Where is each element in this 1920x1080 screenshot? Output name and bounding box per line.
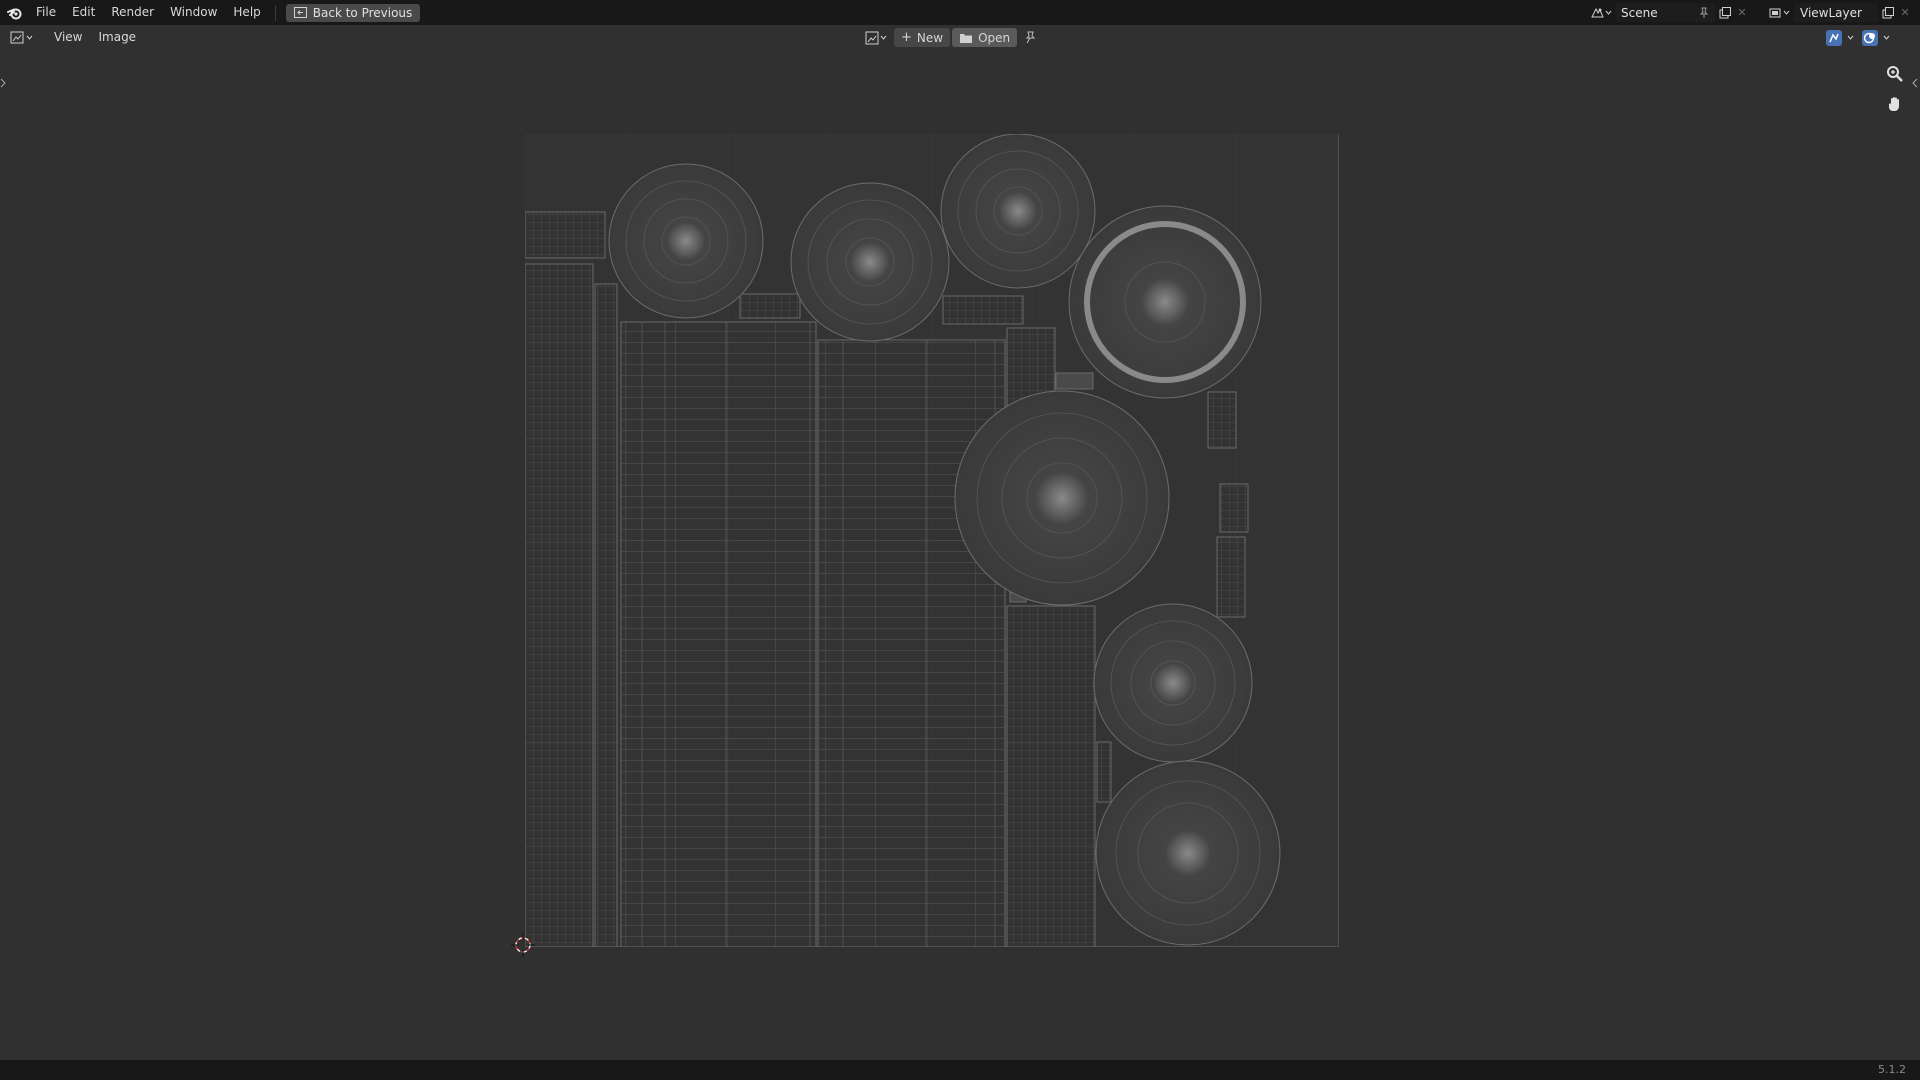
chevron-right-icon xyxy=(0,78,6,88)
new-image-button[interactable]: + New xyxy=(894,28,951,47)
uv-island-left-strips xyxy=(525,211,618,947)
delete-view-layer-button[interactable]: ✕ xyxy=(1898,3,1912,22)
editor-type-dropdown[interactable] xyxy=(6,28,40,47)
menu-file[interactable]: File xyxy=(28,0,64,25)
pin-image-button[interactable] xyxy=(1019,28,1041,47)
open-image-button[interactable]: Open xyxy=(952,28,1018,47)
overlays-icon xyxy=(1862,29,1890,46)
menu-separator xyxy=(274,4,276,21)
menu-help[interactable]: Help xyxy=(225,0,268,25)
menu-edit[interactable]: Edit xyxy=(64,0,103,25)
browse-image-dropdown[interactable] xyxy=(862,28,892,47)
menu-render[interactable]: Render xyxy=(103,0,162,25)
view-layer-name: ViewLayer xyxy=(1800,5,1862,20)
menu-view[interactable]: View xyxy=(46,25,90,50)
close-icon: ✕ xyxy=(1737,6,1747,19)
plus-icon: + xyxy=(901,30,912,45)
render-layers-icon xyxy=(1769,8,1790,17)
sidebar-expand-arrow[interactable] xyxy=(1912,76,1920,90)
uv-sticky-select-icon xyxy=(1826,29,1854,46)
image-datablock-controls: + New Open xyxy=(862,28,1041,47)
folder-icon xyxy=(960,33,973,43)
status-bar: 5.1.2 xyxy=(0,1060,1920,1080)
blender-logo-icon[interactable] xyxy=(2,0,28,25)
uv-sync-toggle[interactable] xyxy=(1824,28,1860,47)
zoom-gizmo[interactable] xyxy=(1883,62,1907,86)
scene-icon xyxy=(1591,7,1612,17)
pin-icon[interactable] xyxy=(1699,7,1709,19)
scene-selector: Scene ✕ xyxy=(1587,3,1749,22)
open-image-label: Open xyxy=(978,30,1011,45)
duplicate-icon xyxy=(1719,6,1731,18)
scene-name: Scene xyxy=(1621,5,1658,20)
image-browse-icon xyxy=(865,31,887,44)
header-right-controls xyxy=(1824,28,1896,47)
uv-editor-viewport[interactable] xyxy=(0,50,1920,1060)
scene-type-dropdown[interactable] xyxy=(1587,3,1615,22)
view-layer-name-field[interactable]: ViewLayer xyxy=(1794,3,1878,22)
image-editor-icon xyxy=(10,31,33,44)
new-image-label: New xyxy=(916,30,944,45)
back-screen-icon xyxy=(293,7,307,18)
delete-scene-button[interactable]: ✕ xyxy=(1735,3,1749,22)
close-icon: ✕ xyxy=(1900,6,1910,19)
view-layer-selector: ViewLayer ✕ xyxy=(1766,3,1912,22)
zoom-icon xyxy=(1887,66,1903,82)
new-view-layer-button[interactable] xyxy=(1878,3,1898,22)
top-menu-bar: File Edit Render Window Help Back to Pre… xyxy=(0,0,1920,25)
pin-icon xyxy=(1025,31,1036,44)
scene-name-field[interactable]: Scene xyxy=(1615,3,1715,22)
menu-image[interactable]: Image xyxy=(90,25,144,50)
menu-window[interactable]: Window xyxy=(162,0,225,25)
overlay-toggle[interactable] xyxy=(1860,28,1896,47)
pan-gizmo[interactable] xyxy=(1883,92,1907,116)
back-to-previous-button[interactable]: Back to Previous xyxy=(285,3,421,22)
image-editor-header: View Image + New Open xyxy=(0,25,1920,50)
version-label: 5.1.2 xyxy=(1878,1063,1906,1076)
toolbar-expand-arrow[interactable] xyxy=(0,76,8,90)
back-to-previous-label: Back to Previous xyxy=(312,5,413,20)
duplicate-icon xyxy=(1882,6,1894,18)
view-layer-type-dropdown[interactable] xyxy=(1766,3,1794,22)
2d-cursor-icon[interactable] xyxy=(510,932,536,958)
chevron-left-icon xyxy=(1912,78,1918,88)
hand-icon xyxy=(1888,97,1899,111)
new-scene-button[interactable] xyxy=(1715,3,1735,22)
uv-layout-image[interactable] xyxy=(525,134,1339,947)
